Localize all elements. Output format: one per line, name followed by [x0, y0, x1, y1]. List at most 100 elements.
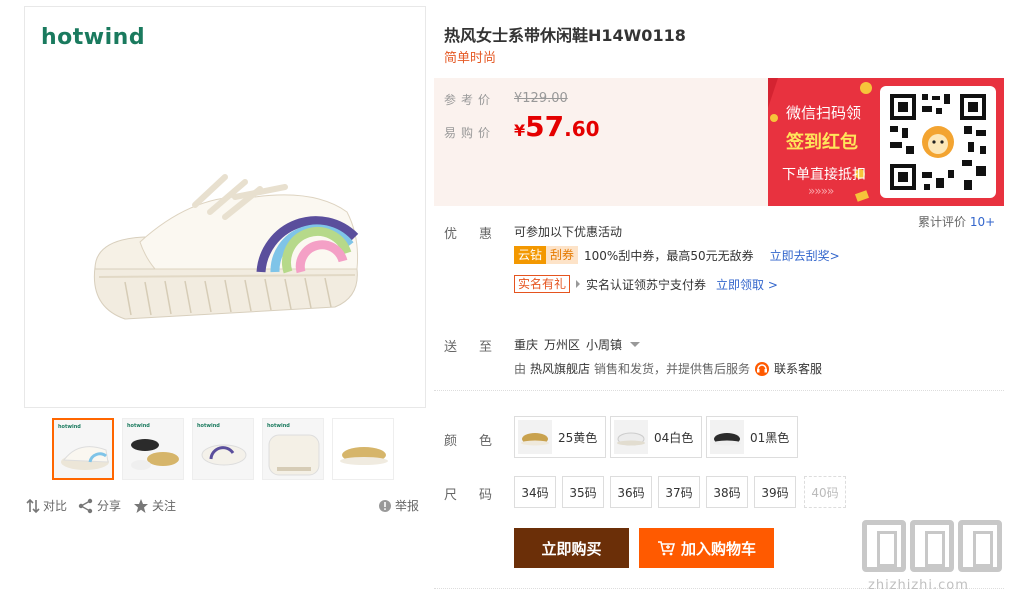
- color-option-label: 25黄色: [558, 430, 598, 445]
- size-label: 尺码: [444, 488, 515, 503]
- wechat-promo-banner[interactable]: 微信扫码领 签到红包 下单直接抵扣 »»»»: [768, 78, 1004, 206]
- watermark-glyph: [910, 520, 954, 572]
- customer-service-icon: [755, 361, 770, 376]
- price-panel: 参考价 ¥129.00 易购价 ¥57.60 微信扫码领 签到红包 下单直接抵扣…: [434, 78, 1004, 206]
- promo-line-1: 微信扫码领: [786, 104, 862, 122]
- size-option-34[interactable]: 34码: [514, 476, 556, 508]
- address-province: 重庆: [514, 338, 539, 352]
- thumbnail-1[interactable]: hotwind: [52, 418, 114, 480]
- address-town: 小周镇: [586, 338, 623, 352]
- color-swatch: [710, 420, 744, 454]
- color-option-white[interactable]: 04白色: [610, 416, 702, 458]
- discount-row-scratch: 云钻 刮券 100%刮中券，最高50元无敌券 立即去刮奖>: [514, 246, 840, 264]
- gallery-actions: 对比 分享 关注 举报: [26, 497, 420, 517]
- realname-link[interactable]: 立即领取 >: [716, 276, 778, 293]
- section-divider: [434, 390, 1004, 391]
- shoe-thumb-icon: [713, 433, 741, 446]
- scratch-link[interactable]: 立即去刮奖>: [770, 247, 840, 264]
- size-option-39[interactable]: 39码: [754, 476, 796, 508]
- product-subtitle: 简单时尚: [444, 51, 497, 66]
- scratch-text: 100%刮中券，最高50元无敌券: [584, 248, 754, 263]
- discount-row-realname: 实名有礼 实名认证领苏宁支付券 立即领取 >: [514, 275, 778, 293]
- size-option-37[interactable]: 37码: [658, 476, 700, 508]
- thumbnail-logo: hotwind: [267, 423, 290, 429]
- thumbnail-3[interactable]: hotwind: [192, 418, 254, 480]
- color-label: 颜色: [444, 434, 515, 449]
- shoe-thumb-icon: [617, 432, 645, 446]
- review-summary[interactable]: 累计评价 10+: [918, 213, 995, 230]
- qr-code[interactable]: [880, 86, 996, 198]
- thumbnail-4[interactable]: hotwind: [262, 418, 324, 480]
- promo-arrows: »»»»: [808, 184, 834, 198]
- thumbnail-logo: hotwind: [197, 423, 220, 429]
- qr-code-image: [890, 94, 986, 190]
- thumbnail-2[interactable]: hotwind: [122, 418, 184, 480]
- triangle-icon: [576, 280, 581, 288]
- currency-symbol: ¥: [514, 121, 526, 140]
- star-icon: [134, 498, 148, 513]
- color-option-black[interactable]: 01黑色: [706, 416, 798, 458]
- realname-tag: 实名有礼: [514, 275, 571, 293]
- yunzuan-tag: 云钻: [514, 246, 547, 264]
- report-icon: [379, 499, 391, 512]
- compare-button[interactable]: 对比: [26, 497, 67, 514]
- scratch-tag: 刮券: [546, 246, 579, 264]
- share-button[interactable]: 分享: [78, 497, 121, 514]
- color-swatch: [518, 420, 552, 454]
- delivery-address-selector[interactable]: 重庆 万州区 小周镇: [514, 336, 641, 353]
- current-price: ¥57.60: [514, 110, 600, 143]
- size-option-38[interactable]: 38码: [706, 476, 748, 508]
- review-label: 累计评价: [918, 215, 967, 229]
- size-option-40: 40码: [804, 476, 846, 508]
- main-product-image[interactable]: hotwind: [24, 6, 426, 408]
- cart-icon: [657, 541, 675, 556]
- service-suffix: 销售和发货，并提供售后服务: [594, 362, 751, 376]
- compare-label: 对比: [43, 499, 68, 513]
- color-option-label: 01黑色: [750, 430, 790, 445]
- add-to-cart-button[interactable]: 加入购物车: [639, 528, 774, 568]
- promo-line-2: 签到红包: [786, 132, 858, 153]
- follow-label: 关注: [152, 499, 177, 513]
- thumbnail-image: [340, 447, 388, 465]
- product-title: 热风女士系带休闲鞋H14W0118: [444, 26, 686, 45]
- promo-line-3: 下单直接抵扣: [782, 167, 866, 183]
- service-prefix: 由: [514, 362, 527, 376]
- color-option-label: 04白色: [654, 430, 694, 445]
- report-button[interactable]: 举报: [378, 497, 419, 514]
- size-option-36[interactable]: 36码: [610, 476, 652, 508]
- thumbnail-logo: hotwind: [58, 424, 81, 430]
- watermark-glyph: [862, 520, 906, 572]
- discount-label: 优惠: [444, 227, 515, 242]
- address-district: 万州区: [544, 338, 581, 352]
- shoe-illustration: [93, 174, 359, 320]
- share-icon: [78, 498, 93, 513]
- seller-name[interactable]: 热风旗舰店: [530, 360, 590, 377]
- discount-heading: 可参加以下优惠活动: [514, 225, 623, 239]
- add-to-cart-label: 加入购物车: [680, 539, 756, 558]
- brand-logo: hotwind: [41, 25, 146, 50]
- watermark-logo: [862, 520, 1002, 572]
- color-option-yellow[interactable]: 25黄色: [514, 416, 606, 458]
- share-label: 分享: [97, 499, 122, 513]
- ref-price-label: 参考价: [444, 93, 496, 107]
- buy-now-button[interactable]: 立即购买: [514, 528, 629, 568]
- thumbnail-5[interactable]: [332, 418, 394, 480]
- contact-service-link[interactable]: 联系客服: [774, 360, 822, 377]
- report-label: 举报: [395, 499, 420, 513]
- price-integer: 57: [525, 110, 565, 143]
- delivery-label: 送至: [444, 340, 515, 355]
- color-swatch: [614, 420, 648, 454]
- size-option-35[interactable]: 35码: [562, 476, 604, 508]
- ref-price: ¥129.00: [514, 91, 568, 106]
- price-decimal: .60: [564, 117, 600, 141]
- current-price-label: 易购价: [444, 126, 496, 140]
- watermark-text: zhizhizhi.com: [868, 578, 969, 593]
- compare-icon: [26, 498, 40, 513]
- realname-text: 实名认证领苏宁支付券: [586, 277, 707, 292]
- thumbnail-strip: hotwind hotwind hotwind hotwind: [52, 418, 394, 480]
- watermark-glyph: [958, 520, 1002, 572]
- service-info: 由 热风旗舰店 销售和发货，并提供售后服务 联系客服: [514, 360, 822, 377]
- chevron-down-icon: [630, 342, 641, 347]
- thumbnail-logo: hotwind: [127, 423, 150, 429]
- follow-button[interactable]: 关注: [133, 497, 176, 514]
